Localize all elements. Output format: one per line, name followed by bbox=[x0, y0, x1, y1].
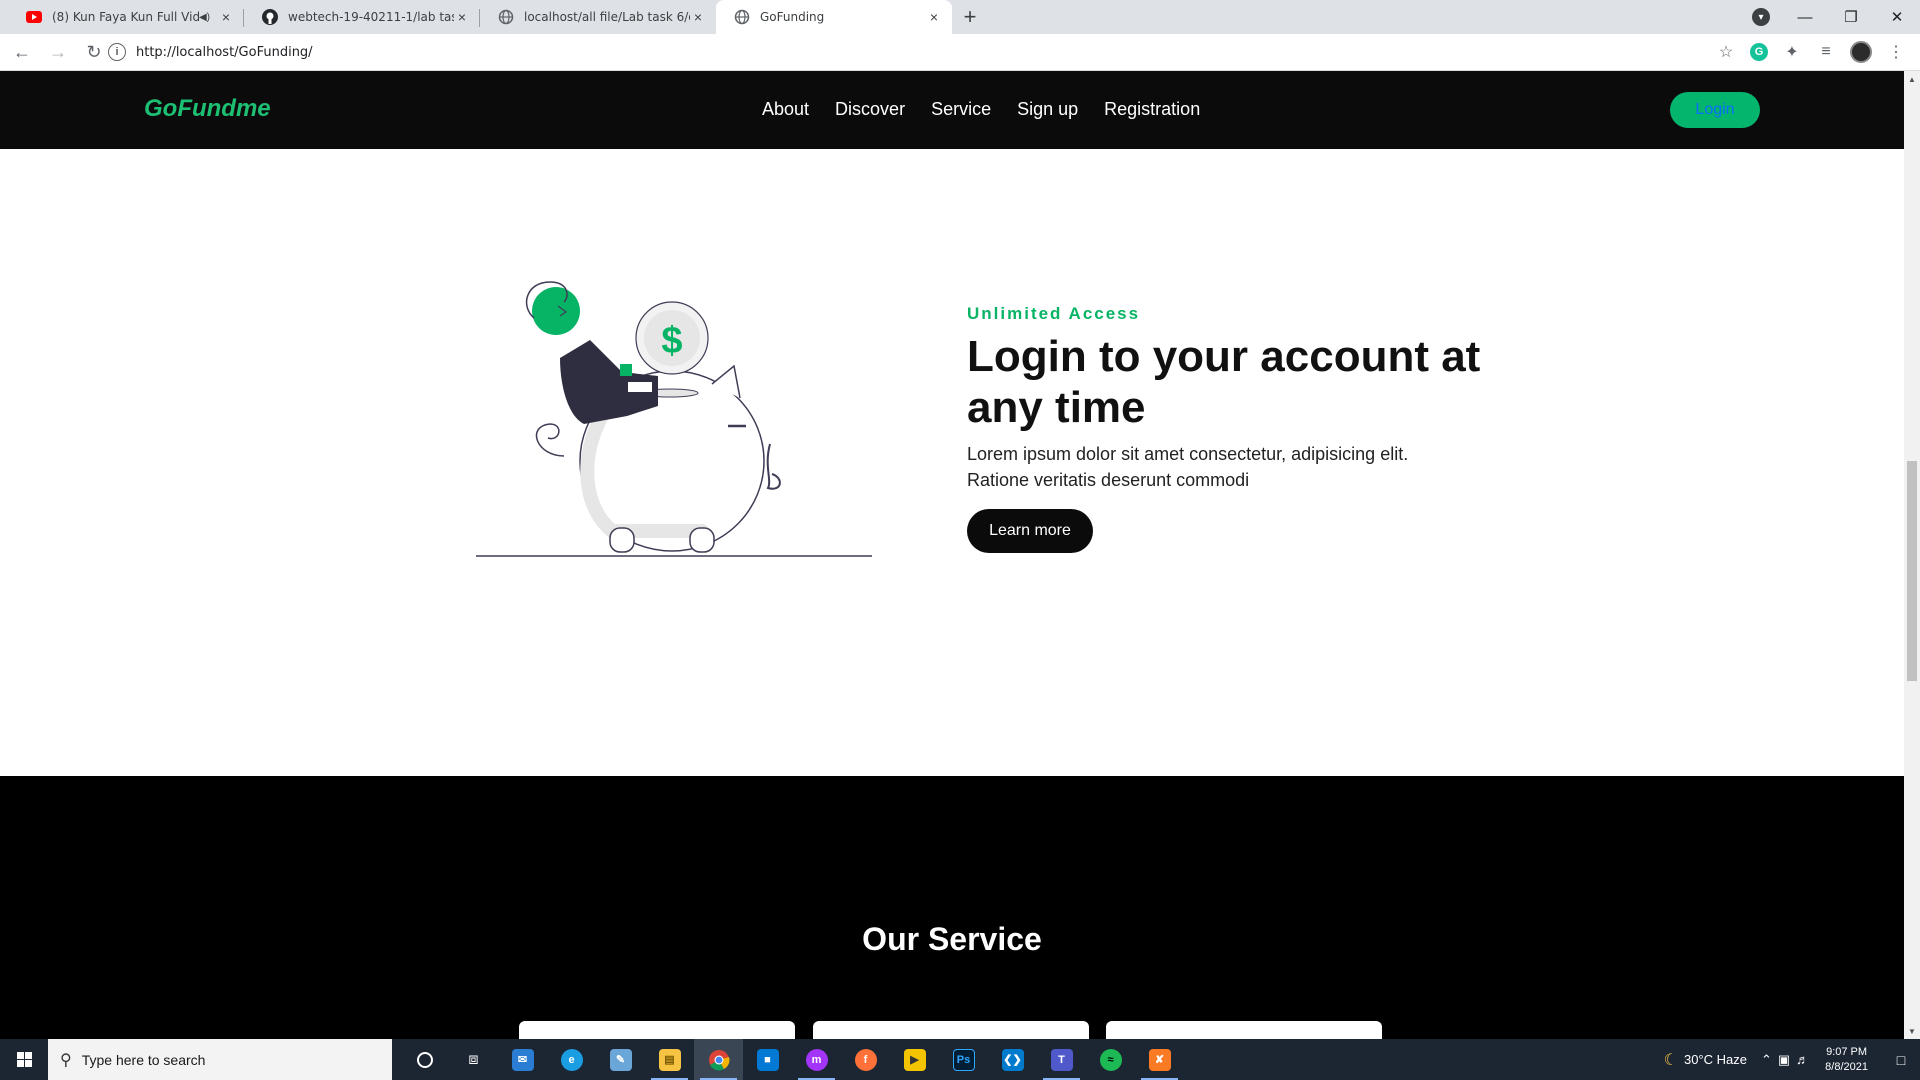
tab-title: webtech-19-40211-1/lab task 7 a bbox=[288, 10, 454, 24]
new-tab-button[interactable]: + bbox=[952, 0, 988, 34]
back-arrow-icon[interactable]: ← bbox=[8, 38, 36, 66]
globe-icon bbox=[734, 9, 750, 25]
taskbar-search-box[interactable]: ⚲ Type here to search bbox=[48, 1039, 392, 1080]
windows-taskbar: ⚲ Type here to search ⧈ ✉ e ✎ ▤ ■ m f ▶ … bbox=[0, 1039, 1920, 1080]
clock-date: 8/8/2021 bbox=[1825, 1060, 1868, 1073]
weather-widget[interactable]: ☾ 30°C Haze bbox=[1664, 1050, 1747, 1070]
browser-toolbar: ← → ↻ i http://localhost/GoFunding/ ☆ G … bbox=[0, 34, 1920, 71]
site-info-icon[interactable]: i bbox=[108, 43, 126, 61]
messenger-icon[interactable]: m bbox=[792, 1039, 841, 1080]
browser-tab-localhost[interactable]: localhost/all file/Lab task 6/delete × bbox=[480, 0, 716, 34]
spotify-icon[interactable]: ≈ bbox=[1086, 1039, 1135, 1080]
close-window-icon[interactable]: ✕ bbox=[1874, 0, 1920, 34]
start-button[interactable] bbox=[0, 1039, 48, 1080]
nav-about[interactable]: About bbox=[762, 99, 809, 120]
service-card[interactable] bbox=[1106, 1021, 1382, 1039]
task-view-icon[interactable]: ⧈ bbox=[449, 1039, 498, 1080]
github-icon bbox=[262, 9, 278, 25]
profile-avatar[interactable] bbox=[1850, 41, 1872, 63]
youtube-icon bbox=[26, 9, 42, 25]
photoshop-icon[interactable]: Ps bbox=[939, 1039, 988, 1080]
service-heading: Our Service bbox=[862, 921, 1042, 957]
browser-tab-github[interactable]: webtech-19-40211-1/lab task 7 a × bbox=[244, 0, 480, 34]
url-text[interactable]: http://localhost/GoFunding/ bbox=[136, 45, 313, 60]
site-navbar: GoFundme About Discover Service Sign up … bbox=[0, 71, 1904, 149]
player-icon[interactable]: ▶ bbox=[890, 1039, 939, 1080]
vscode-icon[interactable]: ❮❯ bbox=[988, 1039, 1037, 1080]
edge-icon[interactable]: e bbox=[547, 1039, 596, 1080]
speaker-icon[interactable]: ◀) bbox=[199, 12, 210, 23]
hero-eyebrow: Unlimited Access bbox=[967, 304, 1141, 323]
learn-more-button[interactable]: Learn more bbox=[967, 509, 1093, 553]
search-placeholder: Type here to search bbox=[81, 1051, 206, 1068]
windows-logo-icon bbox=[16, 1052, 32, 1067]
service-card[interactable] bbox=[519, 1021, 795, 1039]
scroll-up-arrow-icon[interactable]: ▲ bbox=[1904, 71, 1920, 87]
extensions-puzzle-icon[interactable]: ✦ bbox=[1782, 42, 1802, 62]
tab-title: GoFunding bbox=[760, 10, 825, 24]
clock-time: 9:07 PM bbox=[1826, 1045, 1868, 1058]
browser-tab-gofunding[interactable]: GoFunding × bbox=[716, 0, 952, 34]
brand-logo[interactable]: GoFundme bbox=[144, 95, 271, 123]
service-card[interactable] bbox=[813, 1021, 1089, 1039]
nav-service[interactable]: Service bbox=[931, 99, 991, 120]
taskbar-apps: ⧈ ✉ e ✎ ▤ ■ m f ▶ Ps ❮❯ T ≈ ✘ bbox=[400, 1039, 1184, 1080]
grammarly-extension-icon[interactable]: G bbox=[1750, 43, 1768, 61]
page-viewport: GoFundme About Discover Service Sign up … bbox=[0, 71, 1904, 1039]
dollar-coin-icon: $ bbox=[661, 320, 683, 362]
address-bar[interactable]: i http://localhost/GoFunding/ bbox=[108, 38, 1748, 66]
browser-tab-youtube[interactable]: (8) Kun Faya Kun Full Video S ◀) × bbox=[8, 0, 244, 34]
window-controls: — ❐ ✕ bbox=[1782, 0, 1920, 34]
moon-icon: ☾ bbox=[1663, 1051, 1678, 1069]
tab-title: localhost/all file/Lab task 6/delete bbox=[524, 10, 690, 24]
tray-icons[interactable]: ⌃▣♬ bbox=[1761, 1052, 1815, 1068]
scrollbar-thumb[interactable] bbox=[1907, 461, 1917, 681]
search-icon: ⚲ bbox=[60, 1051, 72, 1069]
firefox-icon[interactable]: f bbox=[841, 1039, 890, 1080]
notification-center-icon[interactable]: □ bbox=[1882, 1039, 1920, 1080]
file-explorer-icon[interactable]: ▤ bbox=[645, 1039, 694, 1080]
nav-registration[interactable]: Registration bbox=[1104, 99, 1200, 120]
chrome-icon[interactable] bbox=[694, 1039, 743, 1080]
service-section: Our Service bbox=[0, 776, 1904, 1039]
forward-arrow-icon[interactable]: → bbox=[44, 38, 72, 66]
tab-title: (8) Kun Faya Kun Full Video S bbox=[52, 10, 199, 24]
minimize-icon[interactable]: — bbox=[1782, 0, 1828, 34]
page-scrollbar[interactable]: ▲ ▼ bbox=[1904, 71, 1920, 1039]
hero-description: Lorem ipsum dolor sit amet consectetur, … bbox=[967, 444, 1409, 490]
browser-tab-strip: (8) Kun Faya Kun Full Video S ◀) × webte… bbox=[0, 0, 1920, 34]
toolbar-actions: ☆ G ✦ ≡ ⋮ bbox=[1716, 38, 1906, 66]
tab-search-icon[interactable]: ▾ bbox=[1752, 8, 1770, 26]
weather-text: 30°C Haze bbox=[1683, 1052, 1747, 1067]
reload-icon[interactable]: ↻ bbox=[80, 38, 108, 66]
main-menu: About Discover Service Sign up Registrat… bbox=[762, 99, 1200, 120]
more-menu-icon[interactable]: ⋮ bbox=[1886, 42, 1906, 62]
mail-icon[interactable]: ✉ bbox=[498, 1039, 547, 1080]
xampp-icon[interactable]: ✘ bbox=[1135, 1039, 1184, 1080]
hero-title: Login to your account at any time bbox=[967, 332, 1481, 432]
nav-discover[interactable]: Discover bbox=[835, 99, 905, 120]
login-button[interactable]: Login bbox=[1670, 92, 1760, 128]
close-icon[interactable]: × bbox=[218, 9, 234, 25]
notes-icon[interactable]: ✎ bbox=[596, 1039, 645, 1080]
bookmark-star-icon[interactable]: ☆ bbox=[1716, 42, 1736, 62]
globe-icon bbox=[498, 9, 514, 25]
scroll-down-arrow-icon[interactable]: ▼ bbox=[1904, 1023, 1920, 1039]
close-icon[interactable]: × bbox=[690, 9, 706, 25]
restore-icon[interactable]: ❐ bbox=[1828, 0, 1874, 34]
nav-sign-up[interactable]: Sign up bbox=[1017, 99, 1078, 120]
close-icon[interactable]: × bbox=[454, 9, 470, 25]
clock[interactable]: 9:07 PM 8/8/2021 bbox=[1825, 1045, 1868, 1075]
media-queue-icon[interactable]: ≡ bbox=[1816, 42, 1836, 62]
system-tray: ☾ 30°C Haze ⌃▣♬ 9:07 PM 8/8/2021 □ bbox=[1664, 1039, 1920, 1080]
store-icon[interactable]: ■ bbox=[743, 1039, 792, 1080]
cortana-icon[interactable] bbox=[400, 1039, 449, 1080]
teams-icon[interactable]: T bbox=[1037, 1039, 1086, 1080]
close-icon[interactable]: × bbox=[926, 9, 942, 25]
piggy-bank-illustration bbox=[476, 281, 872, 557]
